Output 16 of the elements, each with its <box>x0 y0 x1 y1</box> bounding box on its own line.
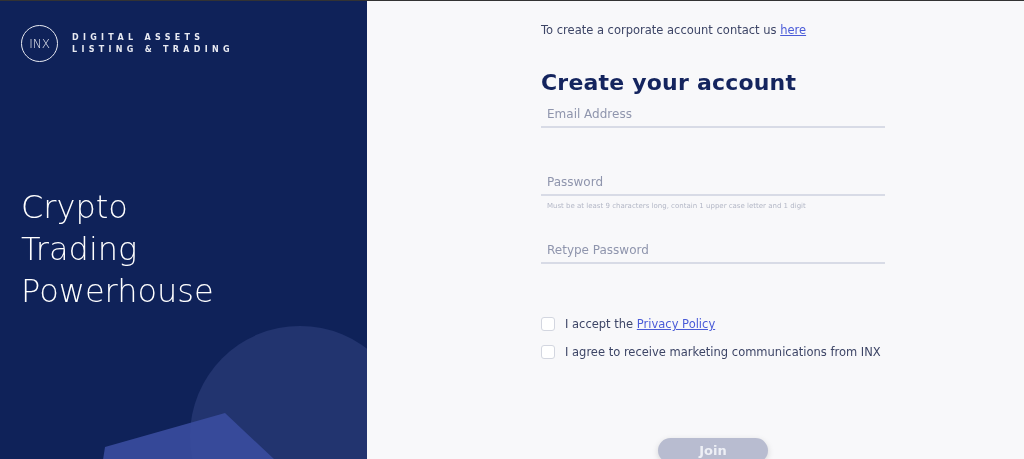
checkbox[interactable] <box>541 345 555 359</box>
password-field[interactable]: Password <box>541 171 885 196</box>
brand-tagline: LISTING & TRADING <box>72 45 234 54</box>
contact-link[interactable]: here <box>780 23 807 37</box>
input-field[interactable]: Email Address <box>541 103 885 128</box>
privacy-policy-link[interactable]: Privacy Policy <box>636 317 716 331</box>
hero-title: Crypto <box>21 187 129 228</box>
brand-tagline: DIGITAL ASSETS <box>72 33 206 42</box>
checkbox-label: I agree to receive marketing communications from INX <box>565 345 881 359</box>
checkbox[interactable] <box>541 317 555 331</box>
checkbox-label: I accept the Privacy Policy <box>565 317 716 331</box>
hero-title: Powerhouse <box>21 271 215 312</box>
form-heading: Create your account <box>541 70 798 95</box>
corporate-account-note: To create a corporate account contact us here <box>541 23 808 37</box>
input-field[interactable]: Retype Password <box>541 239 885 264</box>
hero-title: Trading <box>21 229 139 270</box>
